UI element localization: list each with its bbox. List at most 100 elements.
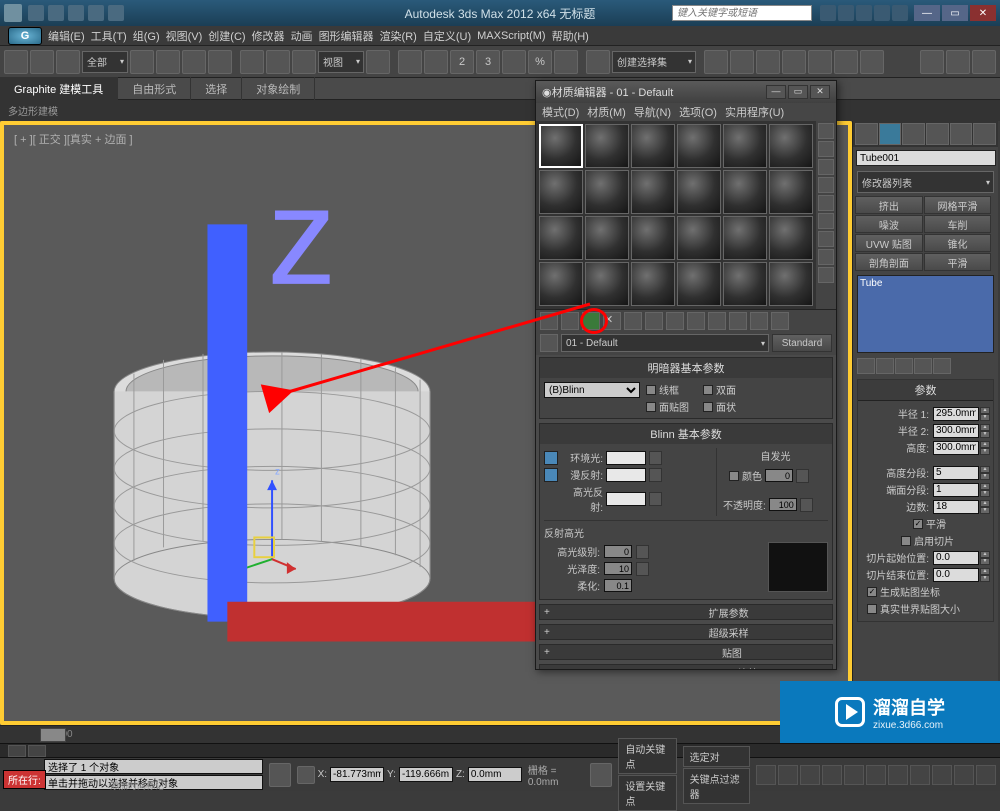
btn-taper[interactable]: 锥化 (924, 234, 992, 252)
mat-menu-utilities[interactable]: 实用程序(U) (725, 104, 784, 120)
application-button[interactable]: G (8, 27, 42, 45)
next-frame-icon[interactable] (822, 765, 842, 785)
make-copy-icon[interactable] (624, 312, 642, 330)
zoom-icon[interactable] (910, 765, 930, 785)
ribbon-tab-paint[interactable]: 对象绘制 (242, 77, 315, 101)
trackbar-filter-icon[interactable] (28, 745, 46, 757)
rollout-shader-header[interactable]: 明暗器基本参数 (540, 358, 832, 378)
mat-menu-navigation[interactable]: 导航(N) (634, 104, 671, 120)
chk-faceted[interactable] (703, 402, 713, 412)
absolute-mode-icon[interactable] (297, 766, 315, 784)
snap-3d-icon[interactable]: 3 (476, 50, 500, 74)
show-map-icon[interactable] (708, 312, 726, 330)
prev-frame-icon[interactable] (778, 765, 798, 785)
curve-editor-icon[interactable] (808, 50, 832, 74)
make-preview-icon[interactable] (818, 213, 834, 229)
menu-create[interactable]: 创建(C) (208, 28, 245, 44)
put-to-library-icon[interactable] (666, 312, 684, 330)
menu-animation[interactable]: 动画 (291, 28, 313, 44)
snap-2d-icon[interactable]: 2 (450, 50, 474, 74)
ref-coord-system[interactable]: 视图 (318, 51, 364, 73)
btn-meshsmooth[interactable]: 网格平滑 (924, 196, 992, 214)
object-name-field[interactable] (856, 150, 996, 166)
spinner-snap-icon[interactable] (554, 50, 578, 74)
sample-slot-17[interactable] (723, 216, 767, 260)
make-unique-icon[interactable] (895, 358, 913, 374)
render-icon[interactable] (972, 50, 996, 74)
autokey-button[interactable]: 自动关键点 (618, 738, 676, 774)
angle-snap-icon[interactable] (502, 50, 526, 74)
help-icon[interactable] (892, 5, 908, 21)
app-logo-icon[interactable] (4, 4, 22, 22)
rollout-extended[interactable]: +扩展参数 (539, 604, 833, 620)
backlight-icon[interactable] (818, 141, 834, 157)
chk-smooth[interactable]: ✓ (913, 519, 923, 529)
render-frame-icon[interactable] (946, 50, 970, 74)
sample-uv-icon[interactable] (818, 177, 834, 193)
input-slicefrom[interactable] (933, 551, 979, 565)
chk-2sided[interactable] (703, 385, 713, 395)
selection-filter[interactable]: 全部 (82, 51, 128, 73)
mat-menu-options[interactable]: 选项(O) (679, 104, 717, 120)
bind-spacewarp-icon[interactable] (56, 50, 80, 74)
reset-map-icon[interactable]: ✕ (603, 312, 621, 330)
input-capsegs[interactable] (933, 483, 979, 497)
opacity-value[interactable] (769, 498, 797, 511)
help-search-input[interactable] (672, 5, 812, 21)
diffuse-lock-icon[interactable] (544, 468, 558, 482)
window-crossing-icon[interactable] (208, 50, 232, 74)
tab-motion-icon[interactable] (926, 123, 949, 145)
sample-slot-20[interactable] (585, 262, 629, 306)
opacity-map-btn[interactable] (800, 498, 813, 512)
material-name-field[interactable]: 01 - Default (561, 334, 769, 352)
diffuse-swatch[interactable] (606, 468, 646, 482)
sample-slot-13[interactable] (539, 216, 583, 260)
sample-slot-19[interactable] (539, 262, 583, 306)
goto-start-icon[interactable] (756, 765, 776, 785)
tab-create-icon[interactable] (855, 123, 878, 145)
btn-lathe[interactable]: 车削 (924, 215, 992, 233)
glossiness-value[interactable] (604, 562, 632, 575)
maximize-viewport-icon[interactable] (976, 765, 996, 785)
pivot-center-icon[interactable] (366, 50, 390, 74)
rotate-icon[interactable] (266, 50, 290, 74)
editnamedsel-icon[interactable] (586, 50, 610, 74)
mirror-icon[interactable] (704, 50, 728, 74)
show-end-result-icon[interactable] (876, 358, 894, 374)
show-end-result-mat-icon[interactable] (729, 312, 747, 330)
redo-icon[interactable] (108, 5, 124, 21)
sample-slot-18[interactable] (769, 216, 813, 260)
move-icon[interactable] (240, 50, 264, 74)
modifier-list[interactable]: 修改器列表 (857, 171, 994, 193)
chk-facemap[interactable] (646, 402, 656, 412)
sample-slot-8[interactable] (585, 170, 629, 214)
put-to-scene-icon[interactable] (561, 312, 579, 330)
soften-value[interactable] (604, 579, 632, 592)
menu-group[interactable]: 组(G) (133, 28, 160, 44)
tab-utilities-icon[interactable] (973, 123, 996, 145)
configure-sets-icon[interactable] (933, 358, 951, 374)
input-sides[interactable] (933, 500, 979, 514)
chk-realworld[interactable] (867, 604, 877, 614)
sample-slot-2[interactable] (585, 124, 629, 168)
video-color-check-icon[interactable] (818, 195, 834, 211)
btn-smooth[interactable]: 平滑 (924, 253, 992, 271)
rollout-supersampling[interactable]: +超级采样 (539, 624, 833, 640)
select-by-name-icon[interactable] (156, 50, 180, 74)
ribbon-tab-selection[interactable]: 选择 (191, 77, 242, 101)
play-icon[interactable] (800, 765, 820, 785)
sample-slot-1[interactable] (539, 124, 583, 168)
select-by-material-icon[interactable] (818, 249, 834, 265)
chk-selfillum-color[interactable] (729, 471, 739, 481)
chk-genmap[interactable]: ✓ (867, 587, 877, 597)
ribbon-icon[interactable] (782, 50, 806, 74)
mat-menu-material[interactable]: 材质(M) (587, 104, 626, 120)
zoom-extents-icon[interactable] (888, 765, 908, 785)
background-icon[interactable] (818, 159, 834, 175)
go-to-parent-icon[interactable] (750, 312, 768, 330)
chk-wire[interactable] (646, 385, 656, 395)
specular-swatch[interactable] (606, 492, 646, 506)
favorites-icon[interactable] (874, 5, 890, 21)
rollout-blinn-header[interactable]: Blinn 基本参数 (540, 424, 832, 444)
material-type-button[interactable]: Standard (772, 334, 832, 352)
